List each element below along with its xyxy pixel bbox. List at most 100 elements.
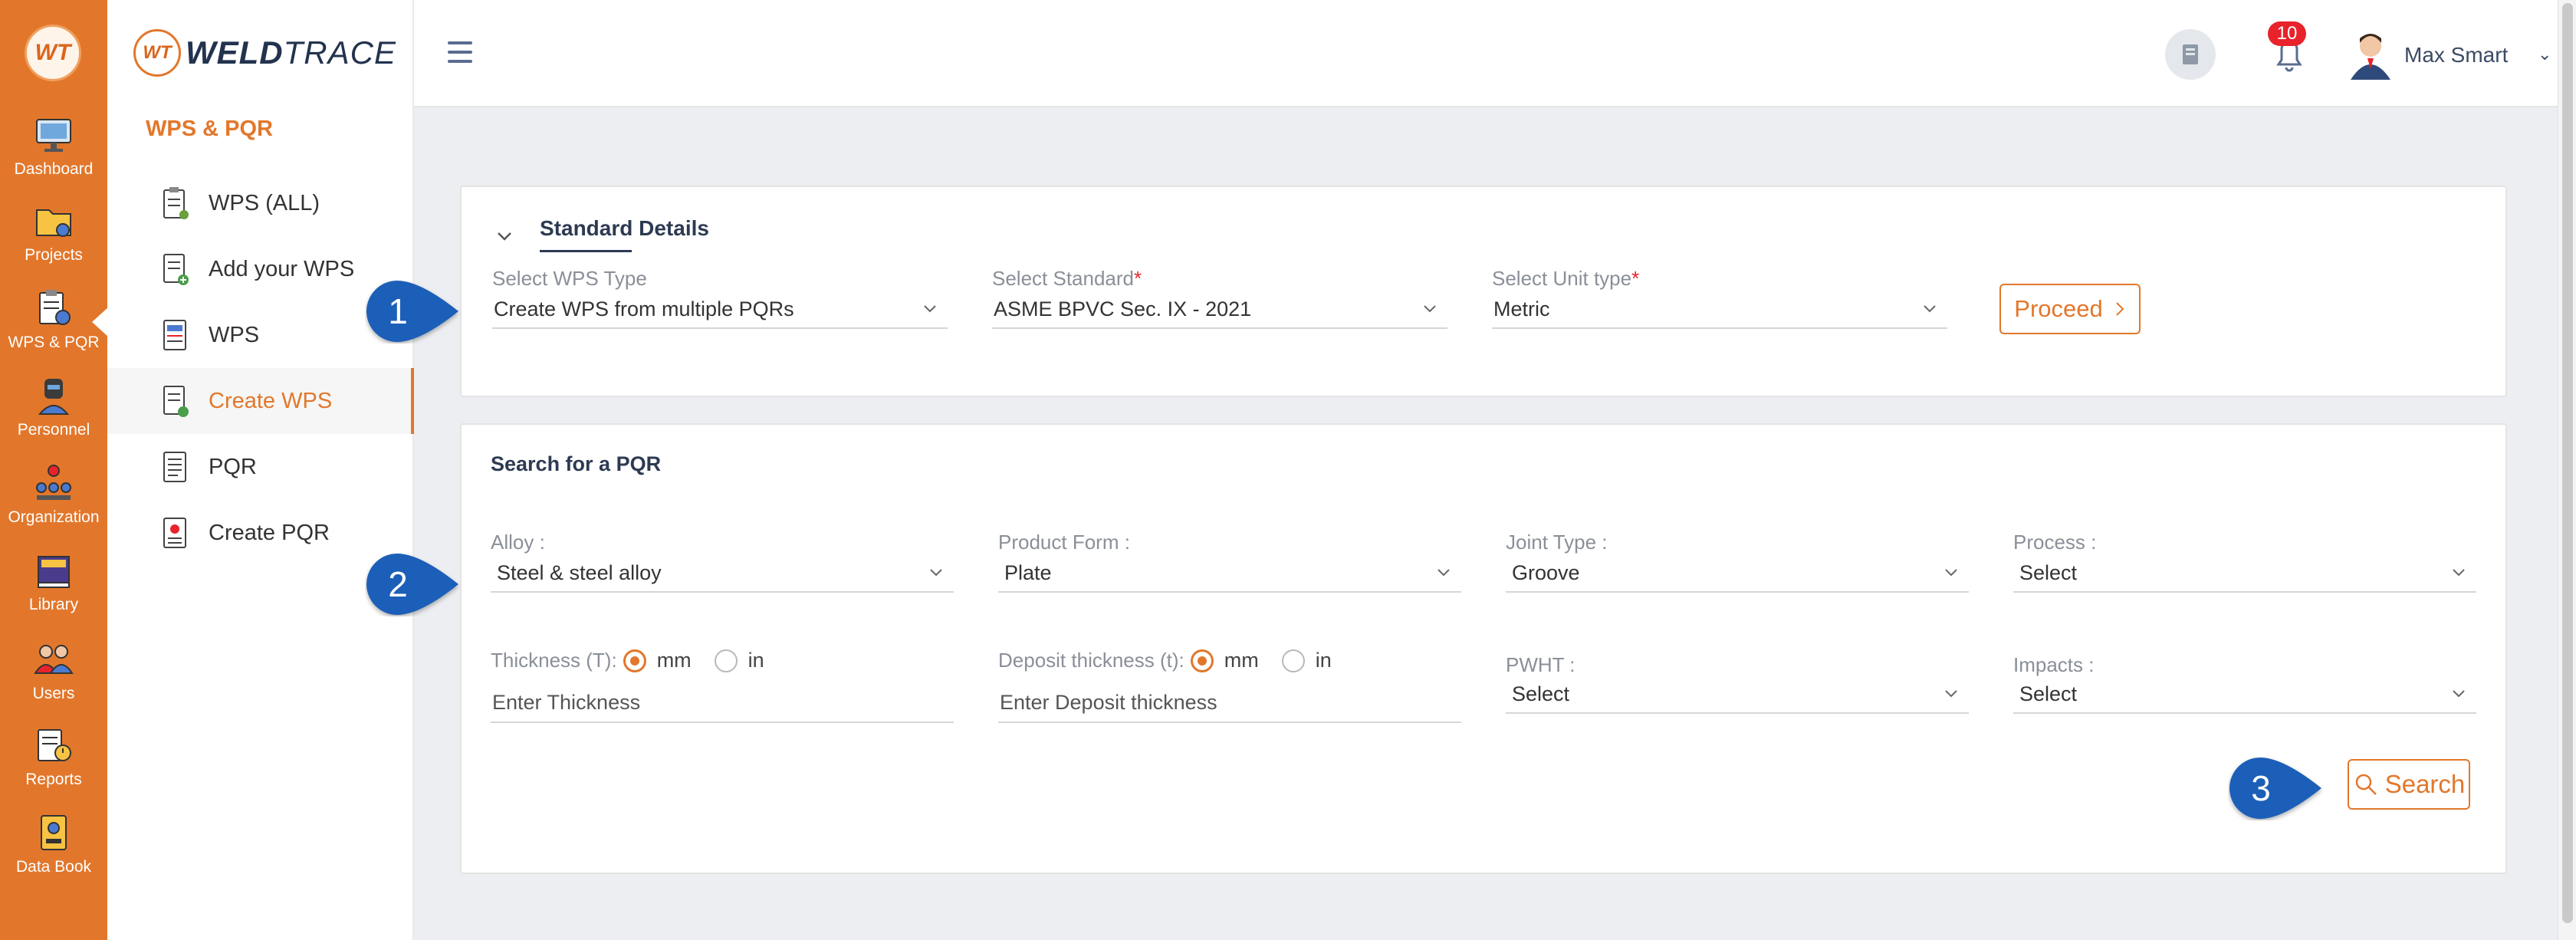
search-button[interactable]: Search [2348,759,2470,810]
rail-item-projects[interactable]: Projects [0,201,107,265]
scrollbar-thumb[interactable] [2562,3,2573,923]
chevron-down-icon [2453,569,2465,577]
section-title: Standard Details [540,216,709,240]
select-value: Create WPS from multiple PQRs [494,297,794,320]
rail-item-users[interactable]: Users [0,639,107,703]
app-logo[interactable]: WT [25,25,81,81]
rail-item-personnel[interactable]: Personnel [0,376,107,439]
rail-label: Reports [25,771,82,788]
rail-item-data-book[interactable]: Data Book [0,813,107,876]
process-select[interactable]: Select [2013,559,2476,593]
welder-icon [38,379,70,415]
proceed-button[interactable]: Proceed [1999,284,2141,334]
dashboard-icon [36,119,71,152]
thickness-in-radio[interactable] [714,649,738,672]
deposit-thickness-field: Deposit thickness (t): mm in Enter Depos… [998,649,1461,723]
wps-pqr-icon [39,290,71,325]
notification-badge: 10 [2268,21,2306,46]
top-bar: 10 Max Smart ⌄ [414,0,2558,107]
rail-item-dashboard[interactable]: Dashboard [0,115,107,179]
unit-type-select[interactable]: Metric [1492,295,1947,329]
rail-item-organization[interactable]: Organization [0,463,107,527]
callout-number: 2 [388,564,408,604]
select-value: Plate [1004,561,1052,584]
create-pqr-icon [163,518,186,548]
search-icon [2355,774,2377,795]
sidebar-item-create-wps[interactable]: Create WPS [107,368,414,434]
standard-select[interactable]: ASME BPVC Sec. IX - 2021 [992,295,1447,329]
select-value: Select [2019,682,2078,705]
book-button[interactable] [2165,29,2216,80]
brand-trace: TRACE [283,35,397,71]
sidebar-item-wps-all[interactable]: WPS (ALL) [107,170,414,236]
thickness-mm-radio[interactable] [623,649,646,672]
clipboard-icon [163,187,189,219]
thickness-unit-row: Thickness (T): mm in [491,649,954,672]
label-text: Select Standard [992,267,1135,290]
icon-rail: WT Dashboard Projects WPS & PQR Personne… [0,0,109,940]
field-label: PWHT : [1506,653,1576,676]
select-value: Metric [1493,297,1550,320]
radio-label: in [748,649,764,672]
required-mark: * [1134,267,1142,290]
sidebar-item-label: Create WPS [209,388,333,413]
joint-type-select[interactable]: Groove [1506,559,1969,593]
radio-label: in [1315,649,1332,672]
chevron-down-icon [924,305,936,313]
required-mark: * [1631,267,1640,290]
rail-item-wps-pqr[interactable]: WPS & PQR [0,288,107,352]
brand-logo[interactable]: WT WELD TRACE [133,29,396,77]
chevron-down-icon [2453,690,2465,698]
button-label: Proceed [2014,295,2103,322]
label-text: Select Unit type [1492,267,1632,290]
wps-type-select[interactable]: Create WPS from multiple PQRs [492,295,948,329]
organization-icon [36,465,71,500]
document-add-icon [163,254,189,285]
impacts-field: Impacts : Select [2013,653,2476,714]
rail-label: Data Book [15,858,92,876]
thickness-input[interactable]: Enter Thickness [491,691,954,723]
brand-weld: WELD [186,35,284,71]
select-value: Steel & steel alloy [497,561,662,584]
radio-label: mm [1224,649,1259,672]
rail-item-reports[interactable]: Reports [0,725,107,789]
sidebar-item-label: WPS [209,322,260,347]
avatar[interactable] [2348,29,2394,80]
menu-toggle-icon[interactable] [448,41,472,64]
product-form-select[interactable]: Plate [998,559,1461,593]
deposit-in-radio[interactable] [1281,649,1305,672]
active-pointer [92,307,109,337]
callout-2: 2 [365,552,465,616]
product-form-field: Product Form : Plate [998,531,1461,593]
sidebar-title: WPS & PQR [146,117,273,141]
chevron-down-icon [1945,569,1957,577]
user-name[interactable]: Max Smart [2404,43,2508,67]
chevron-down-icon [1438,569,1450,577]
pwht-select[interactable]: Select [1506,680,1969,714]
button-label: Search [2384,770,2466,798]
chevron-down-icon[interactable] [494,225,515,247]
callout-number: 3 [2251,768,2271,808]
wps-icon [163,320,186,350]
process-field: Process : Select [2013,531,2476,593]
create-wps-icon [163,386,189,417]
field-label: Impacts : [2013,653,2095,676]
chevron-down-icon[interactable]: ⌄ [2538,44,2551,64]
callout-3: 3 [2228,756,2328,820]
sidebar-item-pqr[interactable]: PQR [107,434,414,500]
alloy-select[interactable]: Steel & steel alloy [491,559,954,593]
impacts-select[interactable]: Select [2013,680,2476,714]
rail-label: Dashboard [14,160,94,178]
page-scrollbar[interactable] [2558,0,2576,940]
unit-type-field: Select Unit type* Metric [1492,267,1947,329]
folder-icon [36,209,71,237]
field-label: Select Standard* [992,267,1447,291]
book-icon [2183,44,2198,64]
deposit-mm-radio[interactable] [1190,649,1214,672]
data-book-icon [41,815,67,850]
deposit-thickness-input[interactable]: Enter Deposit thickness [998,691,1461,723]
field-label: Joint Type : [1506,531,1608,554]
rail-label: Library [28,596,79,613]
sidebar-item-label: Add your WPS [209,256,355,281]
rail-item-library[interactable]: Library [0,551,107,614]
